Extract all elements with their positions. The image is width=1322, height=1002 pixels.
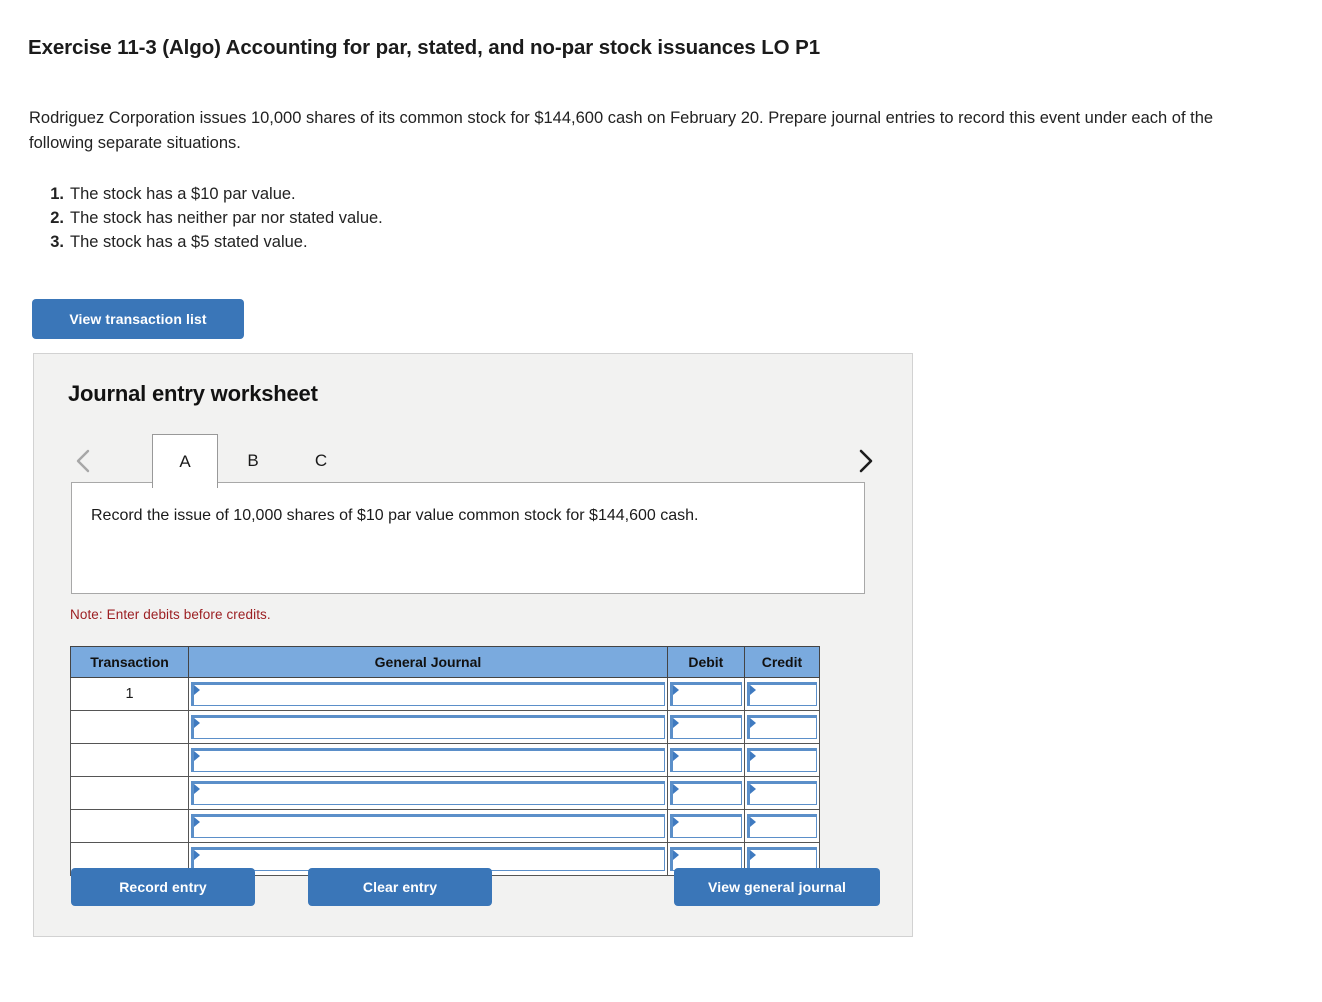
page-title: Exercise 11-3 (Algo) Accounting for par,… [28,36,821,59]
debit-cell[interactable] [666,809,745,843]
credit-input-5[interactable] [746,814,817,838]
list-item-number: 1. [50,185,64,203]
credit-cell[interactable] [743,743,821,777]
credit-input-4[interactable] [746,781,817,805]
chevron-right-icon [859,449,873,473]
account-select-1[interactable] [191,682,665,706]
worksheet-tab-strip: A B C [34,426,914,488]
debit-input-2[interactable] [669,715,742,739]
table-row [69,710,821,744]
table-header-row: Transaction General Journal Debit Credit [69,646,821,678]
list-item: 3. The stock has a $5 stated value. [44,230,744,254]
worksheet-title: Journal entry worksheet [68,381,318,406]
debit-cell[interactable] [666,677,745,711]
table-row [69,743,821,777]
list-item: 2. The stock has neither par nor stated v… [44,206,744,230]
account-select-2[interactable] [191,715,665,739]
general-journal-cell[interactable] [188,809,668,843]
general-journal-cell[interactable] [188,710,668,744]
tab-a[interactable]: A [152,434,218,488]
credit-input-2[interactable] [746,715,817,739]
list-item-number: 3. [50,233,64,251]
debit-input-1[interactable] [669,682,742,706]
list-item-label: The stock has neither par nor stated val… [70,209,383,227]
tab-c[interactable]: C [299,434,343,488]
column-header-general-journal: General Journal [188,646,668,678]
credit-cell[interactable] [743,677,821,711]
journal-entry-table: Transaction General Journal Debit Credit… [69,646,821,876]
problem-statement: Rodriguez Corporation issues 10,000 shar… [29,109,1214,152]
column-header-debit: Debit [666,646,745,678]
credit-input-3[interactable] [746,748,817,772]
list-item-label: The stock has a $5 stated value. [70,233,308,251]
debit-cell[interactable] [666,710,745,744]
chevron-left-icon [76,449,90,473]
table-row [69,776,821,810]
debit-input-3[interactable] [669,748,742,772]
list-item-label: The stock has a $10 par value. [70,185,296,203]
credit-input-1[interactable] [746,682,817,706]
general-journal-cell[interactable] [188,743,668,777]
transaction-number-cell [69,710,190,744]
account-select-5[interactable] [191,814,665,838]
list-item-number: 2. [50,209,64,227]
entry-description-text: Record the issue of 10,000 shares of $10… [91,507,699,524]
clear-entry-button[interactable]: Clear entry [308,868,492,906]
view-general-journal-button[interactable]: View general journal [674,868,880,906]
prev-entry-button[interactable] [70,446,96,476]
credit-cell[interactable] [743,776,821,810]
view-transaction-list-button[interactable]: View transaction list [32,299,244,339]
transaction-number-cell: 1 [69,677,190,711]
debit-input-5[interactable] [669,814,742,838]
exercise-page: Exercise 11-3 (Algo) Accounting for par,… [0,0,1322,1002]
debit-cell[interactable] [666,776,745,810]
tab-b[interactable]: B [231,434,275,488]
general-journal-cell[interactable] [188,776,668,810]
column-header-credit: Credit [743,646,821,678]
entry-description-box: Record the issue of 10,000 shares of $10… [71,482,865,594]
record-entry-button[interactable]: Record entry [71,868,255,906]
transaction-number-cell [69,809,190,843]
account-select-4[interactable] [191,781,665,805]
credit-cell[interactable] [743,710,821,744]
list-item: 1. The stock has a $10 par value. [44,182,744,206]
transaction-number-cell [69,743,190,777]
account-select-3[interactable] [191,748,665,772]
journal-entry-worksheet-panel: Journal entry worksheet A B C Record the… [33,353,913,937]
transaction-number-cell [69,776,190,810]
table-row: 1 [69,677,821,711]
general-journal-cell[interactable] [188,677,668,711]
table-row [69,809,821,843]
debits-before-credits-note: Note: Enter debits before credits. [70,607,271,622]
debit-input-4[interactable] [669,781,742,805]
situations-list: 1. The stock has a $10 par value. 2. The s… [44,182,744,254]
credit-cell[interactable] [743,809,821,843]
debit-cell[interactable] [666,743,745,777]
next-entry-button[interactable] [852,446,878,476]
column-header-transaction: Transaction [69,646,190,678]
